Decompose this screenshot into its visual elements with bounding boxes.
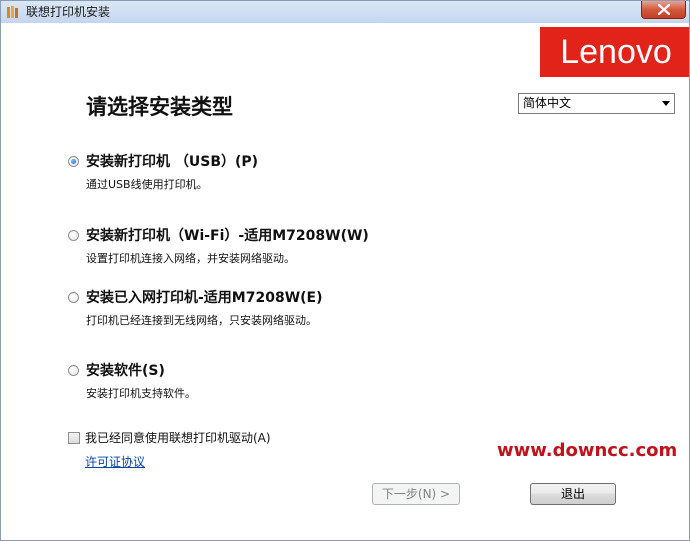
installer-window: 联想打印机安装 Lenovo 请选择安装类型 简体中文 安装新打印机 （USB）… (0, 0, 690, 541)
radio-install-wifi[interactable] (68, 230, 79, 241)
option-install-usb-label[interactable]: 安装新打印机 （USB）(P) (86, 154, 258, 170)
option-install-networked-label[interactable]: 安装已入网打印机-适用M7208W(E) (86, 290, 323, 306)
option-install-wifi-description: 设置打印机连接入网络，并安装网络驱动。 (86, 252, 295, 265)
page-title: 请选择安装类型 (86, 95, 233, 119)
content-area: Lenovo 请选择安装类型 简体中文 安装新打印机 （USB）(P) 通过US… (4, 23, 689, 538)
close-icon (658, 4, 670, 15)
agreement-checkbox[interactable] (68, 432, 80, 444)
exit-button[interactable]: 退出 (530, 483, 616, 505)
option-install-wifi-label[interactable]: 安装新打印机（Wi-Fi）-适用M7208W(W) (86, 228, 369, 244)
radio-install-networked[interactable] (68, 292, 79, 303)
radio-install-usb[interactable] (68, 156, 79, 167)
option-install-software-label[interactable]: 安装软件(S) (86, 363, 165, 379)
radio-install-software[interactable] (68, 365, 79, 376)
window-title: 联想打印机安装 (26, 5, 111, 19)
option-install-networked-description: 打印机已经连接到无线网络，只安装网络驱动。 (86, 314, 317, 327)
close-button[interactable] (641, 1, 686, 19)
chevron-down-icon (662, 101, 670, 106)
next-button[interactable]: 下一步(N) > (372, 483, 460, 505)
agreement-label[interactable]: 我已经同意使用联想打印机驱动(A) (85, 431, 271, 445)
option-install-software-description: 安装打印机支持软件。 (86, 387, 196, 400)
lenovo-logo: Lenovo (540, 27, 689, 77)
title-bar[interactable]: 联想打印机安装 (1, 1, 689, 23)
app-icon (7, 6, 18, 18)
option-install-usb-description: 通过USB线使用打印机。 (86, 178, 208, 191)
watermark-text: www.downcc.com (497, 440, 678, 461)
language-select-value: 简体中文 (523, 96, 572, 110)
language-select[interactable]: 简体中文 (518, 93, 675, 114)
license-agreement-link[interactable]: 许可证协议 (85, 453, 145, 470)
